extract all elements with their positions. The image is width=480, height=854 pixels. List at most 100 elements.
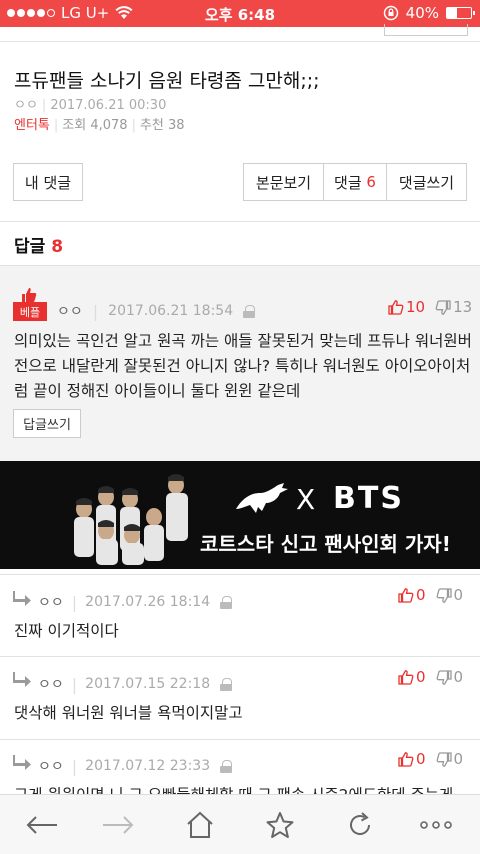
view-post-label: 본문보기 <box>255 173 312 192</box>
comment-line: 의미있는 곡인건 알고 원곡 까는 애들 잘못된거 맞는데 프듀나 워너원버 <box>14 332 472 350</box>
upvote-count: 10 <box>406 298 426 316</box>
downvote-button[interactable]: 13 <box>435 298 472 316</box>
battery-icon <box>446 7 475 19</box>
puma-logo <box>236 483 288 513</box>
thumb-down-icon <box>436 669 452 685</box>
downvote-count: 13 <box>453 298 473 316</box>
view-post-button[interactable]: 본문보기 <box>243 163 324 201</box>
reply-arrow-icon <box>13 591 31 606</box>
comment-date: 2017.07.15 22:18 <box>85 676 211 692</box>
divider <box>0 221 480 222</box>
thumb-up-icon <box>388 299 404 315</box>
comment-meta: ㅇㅇ | 2017.07.15 22:18 <box>38 674 233 694</box>
refresh-button[interactable] <box>342 809 378 841</box>
comment-date: 2017.07.26 18:14 <box>85 594 211 610</box>
comment-author: ㅇㅇ <box>38 759 64 775</box>
thumb-down-icon <box>436 587 452 603</box>
comment-text: 댓삭해 워너원 워너블 욕먹이지말고 <box>14 704 243 722</box>
upvote-button[interactable]: 0 <box>398 668 426 686</box>
divider <box>0 41 480 42</box>
status-bar: LG U+ 오후 6:48 40% <box>0 0 480 27</box>
upvote-count: 0 <box>416 750 426 768</box>
refresh-icon <box>350 812 370 835</box>
ad-banner[interactable]: X BTS 코트스타 신고 팬사인회 가자! <box>0 461 480 569</box>
comments-label: 댓글 <box>334 173 362 192</box>
downvote-count: 0 <box>453 668 464 686</box>
downvote-button[interactable]: 0 <box>436 668 464 686</box>
best-badge: 베플 <box>13 302 47 321</box>
status-right: 40% <box>383 4 475 22</box>
comment-date: 2017.07.12 23:33 <box>85 758 211 774</box>
top-button-stub[interactable] <box>384 24 468 36</box>
post-views: 조회 4,078 <box>62 118 128 133</box>
report-icon[interactable] <box>220 759 233 773</box>
divider <box>0 265 480 266</box>
thumb-down-icon <box>435 299 451 315</box>
banner-x: X <box>296 483 316 516</box>
more-button[interactable] <box>418 809 454 841</box>
banner-copy: 코트스타 신고 팬사인회 가자! <box>200 532 451 556</box>
post-stats: 엔터톡 | 조회 4,078 | 추천 38 <box>14 118 185 133</box>
downvote-button[interactable]: 0 <box>436 750 464 768</box>
reply-arrow-icon <box>13 672 31 687</box>
comment-meta: ㅇㅇ | 2017.07.26 18:14 <box>38 592 233 612</box>
report-icon[interactable] <box>220 595 233 609</box>
comment-votes: 0 0 <box>398 750 463 768</box>
my-comments-button[interactable]: 내 댓글 <box>13 163 83 201</box>
upvote-button[interactable]: 0 <box>398 586 426 604</box>
back-icon <box>26 816 57 834</box>
reply-arrow-icon <box>13 755 31 770</box>
write-comment-button[interactable]: 댓글쓰기 <box>386 163 467 201</box>
comments-count: 6 <box>366 173 376 191</box>
page: LG U+ 오후 6:48 40% 프듀팬들 소나기 음원 타령좀 그만해;;;… <box>0 0 480 854</box>
home-button[interactable] <box>182 809 218 841</box>
divider <box>0 656 480 657</box>
best-comment-votes: 10 13 <box>388 298 472 316</box>
comment-meta: ㅇㅇ | 2017.07.12 23:33 <box>38 756 233 776</box>
comment-author: ㅇㅇ <box>38 595 64 611</box>
thumb-up-icon <box>398 751 414 767</box>
comment-date: 2017.06.21 18:54 <box>108 303 234 319</box>
post-meta: ㅇㅇ | 2017.06.21 00:30 <box>14 98 167 113</box>
upvote-count: 0 <box>416 586 426 604</box>
browser-toolbar <box>0 794 480 854</box>
report-icon[interactable] <box>243 304 256 318</box>
downvote-count: 0 <box>453 586 464 604</box>
post-category[interactable]: 엔터톡 <box>14 118 50 133</box>
upvote-button[interactable]: 10 <box>388 298 425 316</box>
comment-votes: 0 0 <box>398 668 463 686</box>
star-icon <box>266 812 294 838</box>
bookmark-button[interactable] <box>262 809 298 841</box>
forward-icon <box>103 816 134 834</box>
thumb-up-icon <box>398 669 414 685</box>
downvote-count: 0 <box>453 750 464 768</box>
upvote-button[interactable]: 0 <box>398 750 426 768</box>
back-button[interactable] <box>24 809 60 841</box>
my-comments-label: 내 댓글 <box>24 173 72 192</box>
battery-percent: 40% <box>405 4 439 22</box>
replies-label: 답글 <box>14 237 46 257</box>
thumb-up-icon <box>398 587 414 603</box>
comment-line: 럼 끝이 정해진 아이들이니 둘다 윈윈 같은데 <box>14 382 301 400</box>
best-thumb-icon <box>22 288 37 302</box>
more-icon <box>420 821 452 829</box>
best-comment-meta: ㅇㅇ | 2017.06.21 18:54 <box>57 301 256 321</box>
thumb-down-icon <box>436 751 452 767</box>
report-icon[interactable] <box>220 677 233 691</box>
divider <box>0 739 480 740</box>
write-comment-label: 댓글쓰기 <box>398 173 455 192</box>
replies-count: 8 <box>51 237 64 257</box>
divider <box>0 574 480 575</box>
home-icon <box>187 811 213 838</box>
comment-line: 전으로 내달란게 잘못된건 아니지 않나? 특히나 워너원도 아이오아이처 <box>14 357 471 375</box>
post-recommend: 추천 38 <box>139 118 185 133</box>
banner-brand: BTS <box>333 481 404 516</box>
rotation-lock-icon <box>383 5 398 21</box>
downvote-button[interactable]: 0 <box>436 586 464 604</box>
comments-button[interactable]: 댓글 6 <box>323 163 387 201</box>
forward-button[interactable] <box>100 809 136 841</box>
replies-header: 답글 8 <box>14 232 63 257</box>
comment-author: ㅇㅇ <box>57 304 83 320</box>
upvote-count: 0 <box>416 668 426 686</box>
reply-write-button[interactable]: 답글쓰기 <box>13 409 81 438</box>
